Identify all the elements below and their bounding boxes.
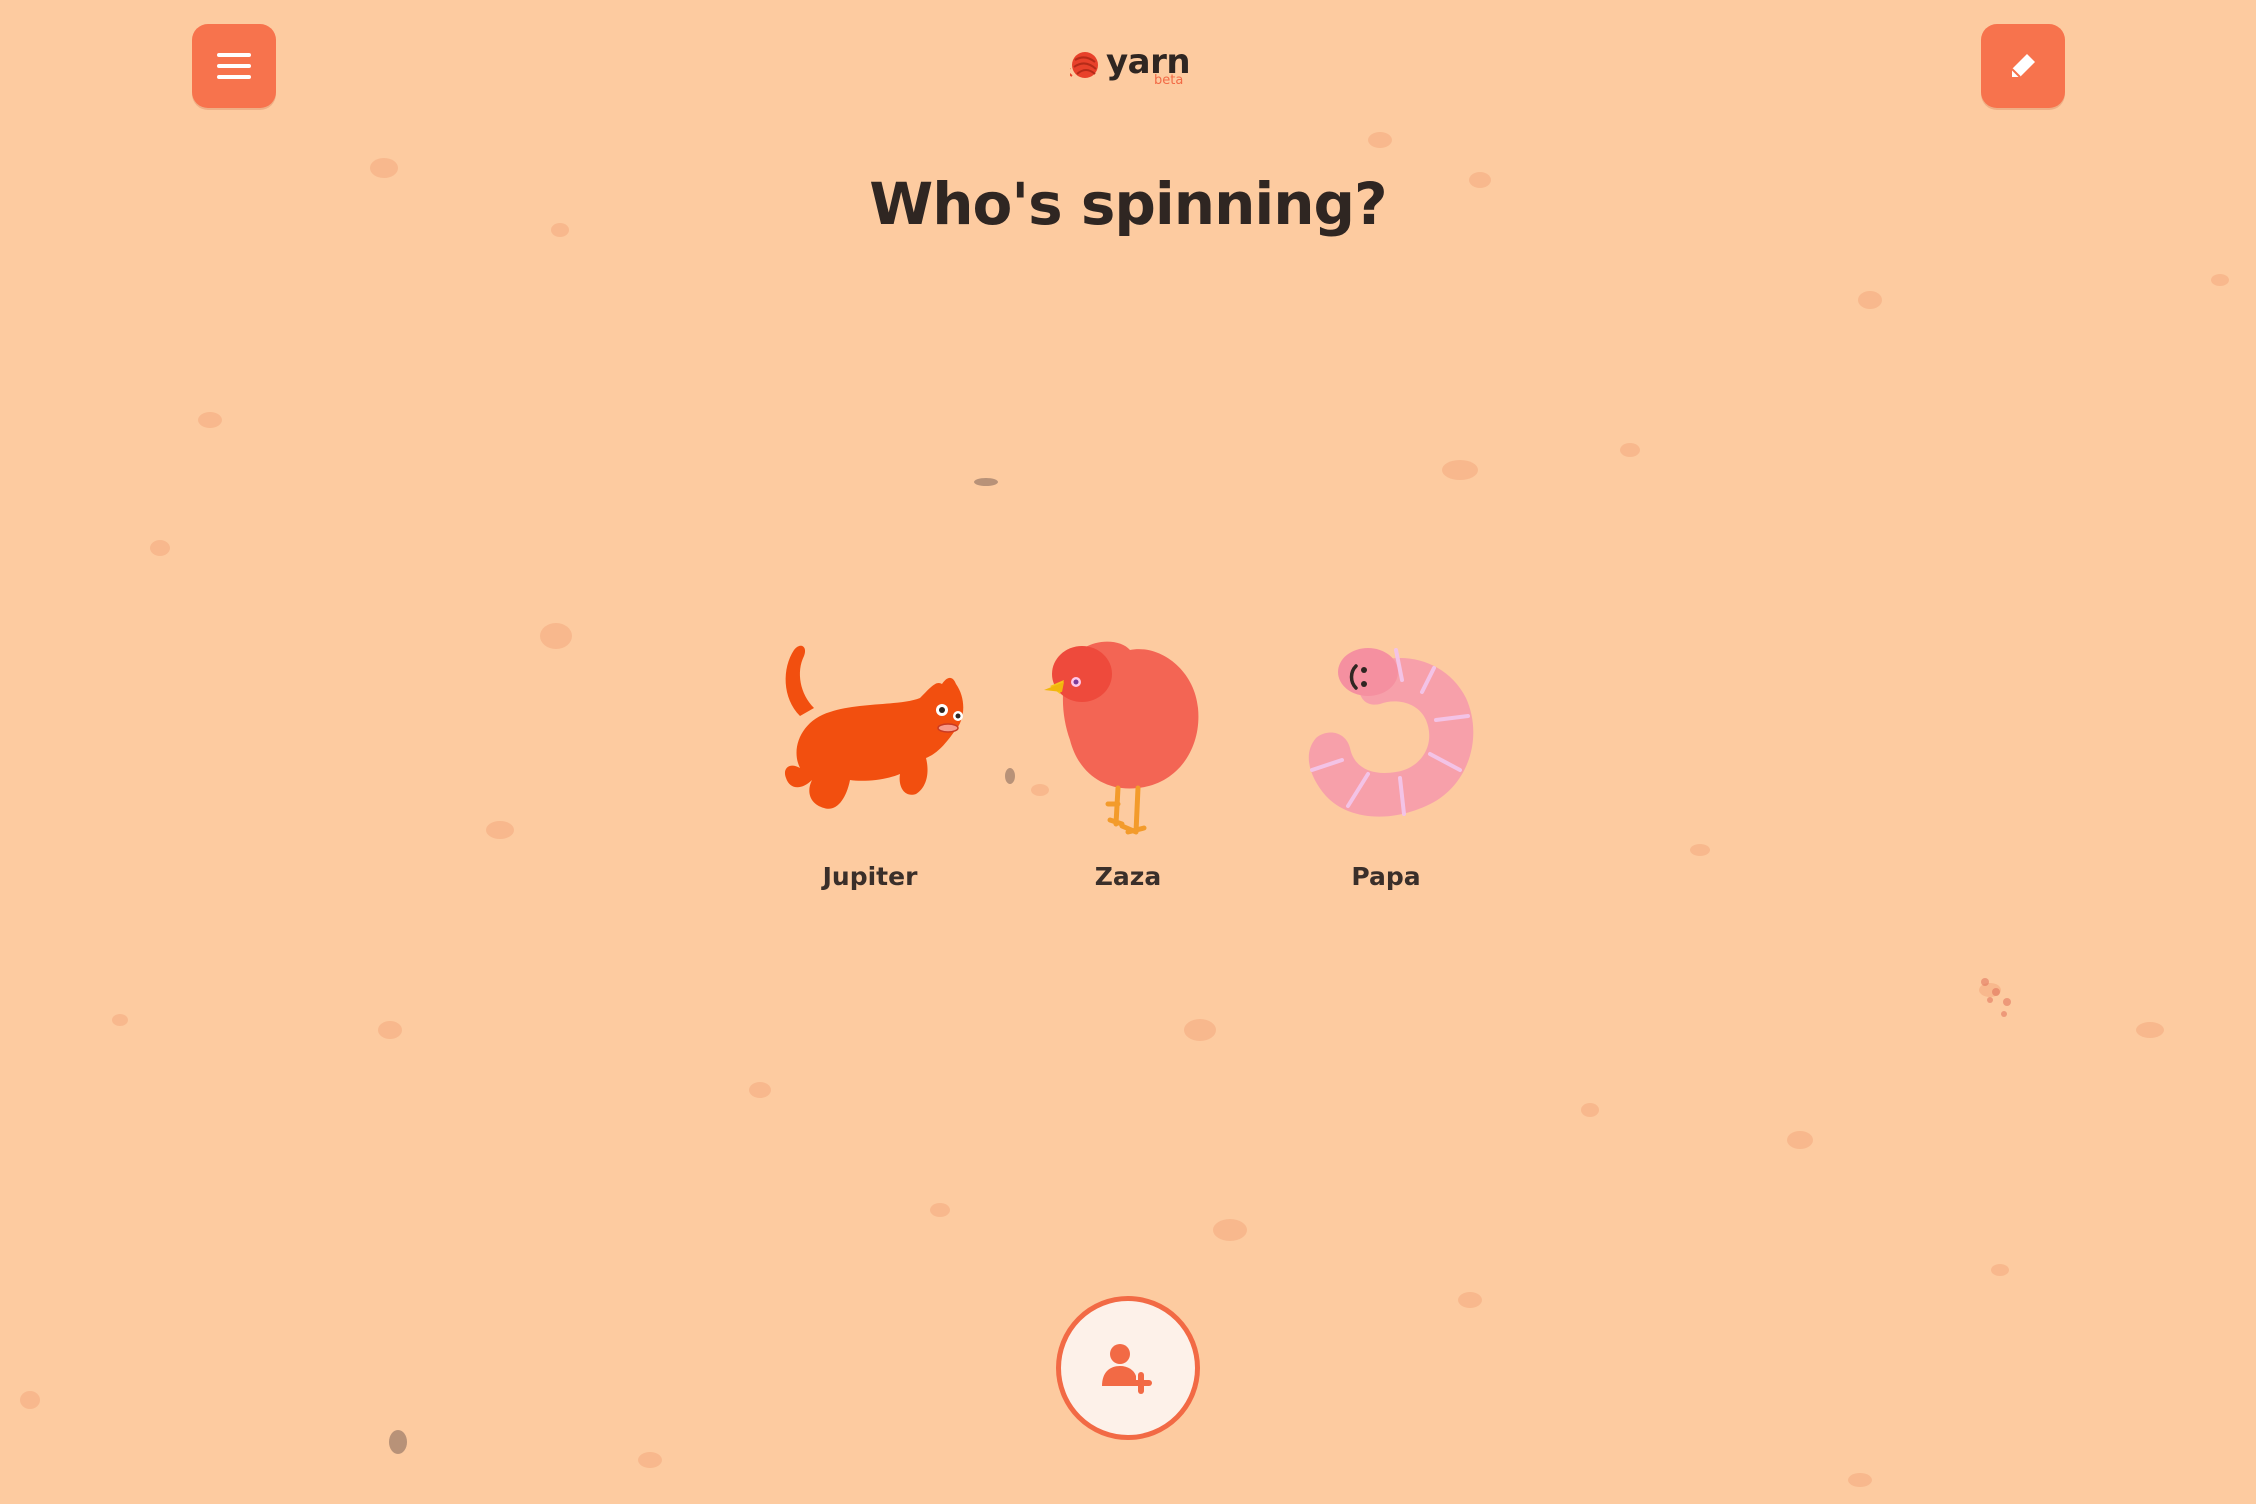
page-title: Who's spinning? <box>869 170 1387 238</box>
profile-jupiter[interactable]: Jupiter <box>760 628 980 898</box>
edit-button[interactable] <box>1981 24 2065 108</box>
profile-papa[interactable]: Papa <box>1276 628 1496 898</box>
pink-worm-avatar <box>1308 648 1474 817</box>
menu-button[interactable] <box>192 24 276 108</box>
red-bird-avatar <box>1044 641 1199 835</box>
app-logo: yarn beta <box>1062 40 1202 90</box>
profile-name: Jupiter <box>822 862 918 891</box>
beta-tag: beta <box>1154 73 1184 88</box>
add-profile-button[interactable] <box>1056 1296 1200 1440</box>
profile-name: Zaza <box>1094 862 1162 891</box>
add-user-icon <box>1102 1344 1152 1394</box>
yarn-ball-icon <box>1070 52 1098 78</box>
profile-name: Papa <box>1351 862 1421 891</box>
orange-cat-avatar <box>784 645 964 809</box>
hamburger-menu-icon <box>217 53 251 79</box>
pencil-icon <box>2011 54 2035 78</box>
profile-zaza[interactable]: Zaza <box>1018 628 1238 898</box>
